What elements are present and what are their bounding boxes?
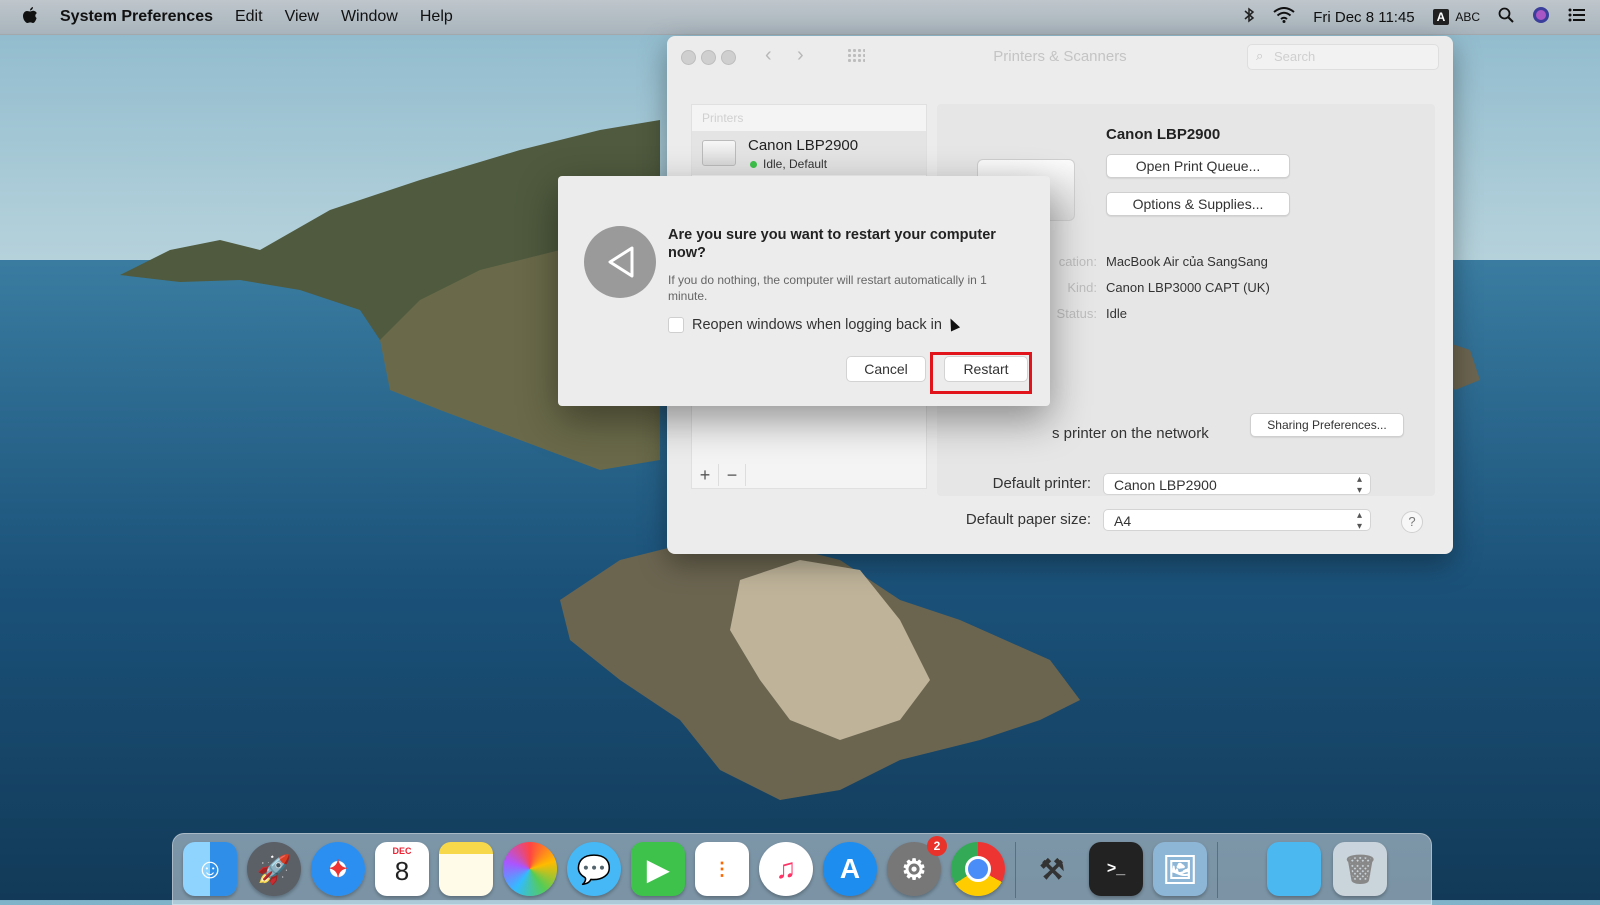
detail-printer-name: Canon LBP2900 bbox=[1106, 126, 1221, 143]
search-field[interactable]: ⌕ Search bbox=[1247, 44, 1439, 70]
dock-separator bbox=[1015, 842, 1016, 898]
restart-icon bbox=[584, 226, 656, 298]
options-supplies-button[interactable]: Options & Supplies... bbox=[1106, 192, 1290, 216]
calendar-day: 8 bbox=[394, 856, 410, 886]
notification-center-icon[interactable] bbox=[1568, 8, 1586, 26]
clock-text[interactable]: Fri Dec 8 11:45 bbox=[1313, 9, 1414, 26]
select-arrows-icon: ▴ ▾ bbox=[1356, 510, 1362, 532]
window-titlebar: ‹ › Printers & Scanners ⌕ Search bbox=[667, 36, 1453, 76]
kind-value: Canon LBP3000 CAPT (UK) bbox=[1106, 280, 1270, 295]
location-value: MacBook Air của SangSang bbox=[1106, 254, 1268, 269]
input-source-menu[interactable]: A ABC bbox=[1432, 9, 1480, 25]
default-paper-size-select[interactable]: A4 ▴ ▾ bbox=[1103, 509, 1371, 532]
printer-list-item[interactable]: Canon LBP2900 Idle, Default bbox=[692, 131, 926, 175]
terminal-icon[interactable]: >_ bbox=[1089, 842, 1143, 896]
trash-icon[interactable]: 🗑 bbox=[1333, 842, 1387, 896]
status-dot-icon bbox=[750, 161, 757, 168]
calendar-month: DEC bbox=[392, 846, 412, 856]
share-printer-text: s printer on the network bbox=[1052, 425, 1209, 442]
system-preferences-icon[interactable]: ⚙ 2 bbox=[887, 836, 947, 896]
menu-view[interactable]: View bbox=[285, 8, 319, 26]
default-printer-value: Canon LBP2900 bbox=[1114, 477, 1217, 493]
cancel-button[interactable]: Cancel bbox=[846, 356, 926, 382]
folder-icon[interactable] bbox=[1267, 842, 1321, 896]
default-paper-size-value: A4 bbox=[1114, 513, 1132, 529]
notification-badge: 2 bbox=[927, 836, 947, 856]
dock-separator bbox=[1217, 842, 1218, 898]
xcode-instruments-icon[interactable]: ⚒ bbox=[1025, 842, 1079, 896]
default-printer-select[interactable]: Canon LBP2900 ▴ ▾ bbox=[1103, 473, 1371, 496]
reminders-icon[interactable]: ⋮ bbox=[695, 842, 749, 896]
chrome-icon[interactable] bbox=[951, 842, 1005, 896]
menu-help[interactable]: Help bbox=[420, 8, 453, 26]
dock: ☺ 🚀 ✦ DEC 8 💬 ▶ ⋮ ♫ A ⚙ 2 ⚒ >_ 🖼 🗑 bbox=[172, 833, 1432, 905]
photos-icon[interactable] bbox=[503, 842, 557, 896]
finder-icon[interactable]: ☺ bbox=[183, 842, 237, 896]
safari-icon[interactable]: ✦ bbox=[311, 842, 365, 896]
printer-list-controls: + − bbox=[691, 464, 927, 489]
default-paper-size-label: Default paper size: bbox=[965, 511, 1091, 528]
printer-status: Idle, Default bbox=[750, 157, 827, 171]
default-printer-label: Default printer: bbox=[992, 475, 1091, 492]
reopen-windows-checkbox-row[interactable]: Reopen windows when logging back in bbox=[668, 317, 942, 333]
search-icon: ⌕ bbox=[1256, 48, 1264, 63]
input-source-badge: A bbox=[1432, 9, 1450, 25]
preview-icon[interactable]: 🖼 bbox=[1153, 842, 1207, 896]
dialog-subtitle: If you do nothing, the computer will res… bbox=[668, 273, 987, 303]
status-value: Idle bbox=[1106, 306, 1127, 321]
menu-bar: System Preferences Edit View Window Help… bbox=[0, 0, 1600, 35]
launchpad-icon[interactable]: 🚀 bbox=[247, 842, 301, 896]
menu-window[interactable]: Window bbox=[341, 8, 398, 26]
printer-icon bbox=[702, 140, 736, 166]
app-store-icon[interactable]: A bbox=[823, 842, 877, 896]
search-placeholder: Search bbox=[1274, 49, 1316, 64]
wifi-icon[interactable] bbox=[1273, 7, 1295, 27]
messages-icon[interactable]: 💬 bbox=[567, 842, 621, 896]
calendar-icon[interactable]: DEC 8 bbox=[375, 842, 429, 896]
music-icon[interactable]: ♫ bbox=[759, 842, 813, 896]
add-printer-button[interactable]: + bbox=[692, 464, 719, 486]
spotlight-search-icon[interactable] bbox=[1498, 7, 1514, 27]
printers-header: Printers bbox=[702, 111, 744, 125]
help-button[interactable]: ? bbox=[1401, 511, 1423, 533]
remove-printer-button[interactable]: − bbox=[719, 464, 746, 486]
dialog-title: Are you sure you want to restart your co… bbox=[668, 227, 996, 261]
siri-icon[interactable] bbox=[1532, 6, 1550, 28]
reopen-windows-label: Reopen windows when logging back in bbox=[692, 317, 942, 333]
menu-edit[interactable]: Edit bbox=[235, 8, 263, 26]
menu-app-name[interactable]: System Preferences bbox=[60, 8, 213, 26]
bluetooth-icon[interactable] bbox=[1243, 7, 1255, 27]
apple-icon[interactable] bbox=[22, 6, 38, 29]
notes-icon[interactable] bbox=[439, 842, 493, 896]
restart-highlight-box bbox=[930, 352, 1032, 394]
facetime-icon[interactable]: ▶ bbox=[631, 842, 685, 896]
reopen-windows-checkbox[interactable] bbox=[668, 317, 684, 333]
sharing-preferences-button[interactable]: Sharing Preferences... bbox=[1250, 413, 1404, 437]
input-source-label: ABC bbox=[1455, 10, 1480, 24]
printer-name: Canon LBP2900 bbox=[748, 137, 859, 154]
select-arrows-icon: ▴ ▾ bbox=[1356, 474, 1362, 496]
open-print-queue-button[interactable]: Open Print Queue... bbox=[1106, 154, 1290, 178]
